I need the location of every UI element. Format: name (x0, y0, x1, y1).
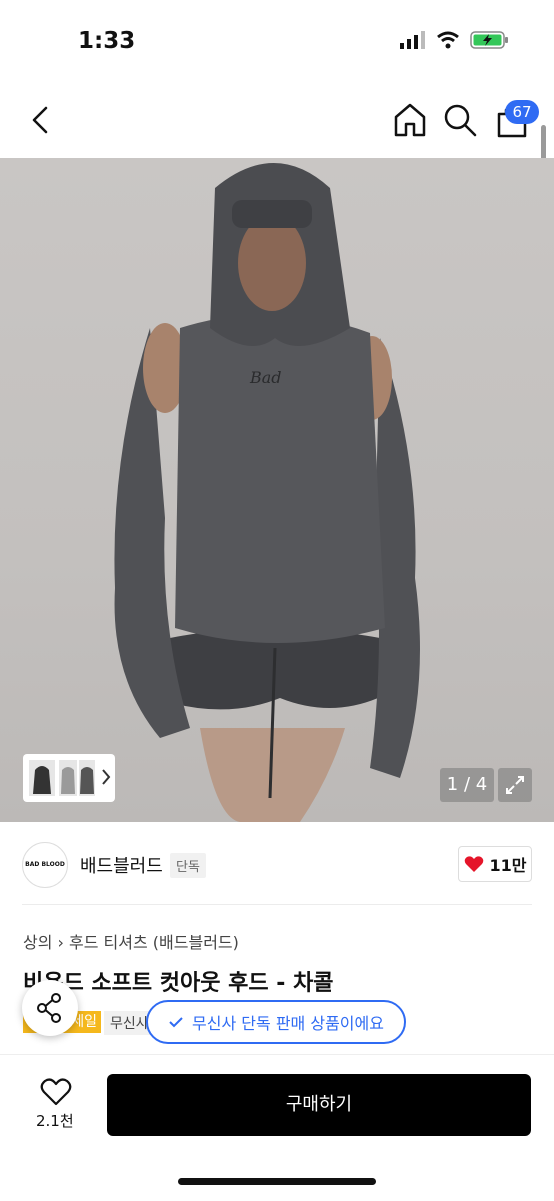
share-icon (37, 993, 61, 1023)
svg-text:Bad: Bad (249, 368, 282, 387)
wish-count: 2.1천 (36, 1112, 74, 1130)
breadcrumb-item[interactable]: 상의 (23, 933, 52, 952)
divider (22, 904, 532, 905)
back-chevron-icon[interactable] (22, 100, 58, 140)
breadcrumb: 상의 › 후드 티셔츠 (배드블러드) (23, 929, 239, 953)
battery-charging-icon (470, 31, 508, 49)
heart-filled-icon (464, 856, 483, 872)
image-page-counter: 1 / 4 (440, 768, 494, 802)
breadcrumb-item[interactable]: 후드 티셔츠 (배드블러드) (69, 933, 239, 952)
exclusive-tag: 단독 (170, 853, 206, 878)
product-image[interactable]: Bad (0, 158, 554, 822)
toast-text: 무신사 단독 판매 상품이에요 (192, 1014, 384, 1033)
thumbnail-image[interactable] (29, 760, 55, 796)
wifi-icon (437, 31, 459, 49)
nav-bar (0, 82, 554, 158)
cart-count-badge: 67 (505, 100, 539, 124)
heart-outline-icon[interactable] (40, 1077, 72, 1107)
model-illustration: Bad (114, 163, 420, 822)
exclusive-toast: 무신사 단독 판매 상품이에요 (146, 1000, 406, 1044)
status-time: 1:33 (78, 28, 136, 54)
brand-name[interactable]: 배드블러드 (80, 852, 163, 878)
thumbnail-strip[interactable] (23, 754, 115, 802)
search-icon[interactable] (442, 102, 478, 138)
home-indicator (178, 1178, 376, 1185)
brand-logo[interactable]: BAD BLOOD (22, 842, 68, 888)
signal-icon (400, 31, 425, 49)
check-icon (169, 1017, 183, 1028)
brand-like-button[interactable]: 11만 (458, 846, 532, 882)
thumbnail-image[interactable] (59, 760, 77, 796)
brand-like-count: 11만 (489, 856, 527, 875)
home-icon[interactable] (390, 101, 430, 139)
status-icons (400, 30, 510, 50)
buy-button[interactable]: 구매하기 (107, 1074, 531, 1136)
fullscreen-icon[interactable] (498, 768, 532, 802)
chevron-right-icon[interactable] (101, 768, 111, 786)
brand-row[interactable]: BAD BLOOD 배드블러드 단독 11만 (0, 822, 554, 904)
breadcrumb-separator-icon: › (57, 933, 70, 952)
thumbnail-image[interactable] (79, 760, 95, 796)
share-button[interactable] (22, 980, 78, 1036)
status-bar: 1:33 (0, 0, 554, 82)
